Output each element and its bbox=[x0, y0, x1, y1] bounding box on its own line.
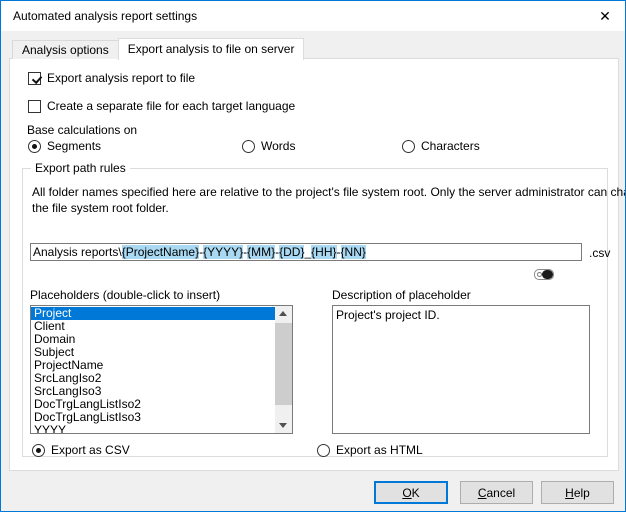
export-report-checkbox-label: Export analysis report to file bbox=[47, 71, 196, 85]
radio-export-html[interactable] bbox=[317, 443, 330, 457]
list-item[interactable]: DocTrgLangListIso3 bbox=[31, 411, 275, 424]
placeholder-description-box[interactable]: Project's project ID. bbox=[332, 305, 590, 434]
cancel-button[interactable]: Cancel bbox=[460, 481, 533, 504]
help-button[interactable]: Help bbox=[541, 481, 614, 504]
radio-segments-row: Segments bbox=[28, 139, 101, 153]
tab-label: Analysis options bbox=[22, 43, 109, 57]
close-icon[interactable]: ✕ bbox=[591, 5, 619, 27]
radio-words[interactable] bbox=[242, 139, 255, 153]
radio-characters-label: Characters bbox=[421, 139, 480, 153]
tab-strip: Analysis options Export analysis to file… bbox=[12, 37, 305, 60]
scroll-up-icon[interactable] bbox=[275, 306, 292, 322]
path-placeholder-token: {NN} bbox=[340, 245, 366, 259]
placeholder-list[interactable]: Project Client Domain Subject ProjectName Src… bbox=[30, 305, 293, 434]
dialog-window: Automated analysis report settings ✕ Ana… bbox=[0, 0, 626, 512]
path-text: - bbox=[336, 245, 341, 259]
dialog-title: Automated analysis report settings bbox=[13, 9, 198, 23]
tab-export-analysis[interactable]: Export analysis to file on server bbox=[117, 38, 305, 60]
info-text-line2: the file system root folder. bbox=[32, 201, 169, 215]
list-scrollbar[interactable] bbox=[275, 306, 292, 433]
export-report-checkbox[interactable] bbox=[28, 71, 41, 85]
placeholder-list-items: Project Client Domain Subject ProjectName Src… bbox=[31, 307, 275, 433]
radio-words-row: Words bbox=[242, 139, 295, 153]
base-calculations-label: Base calculations on bbox=[27, 123, 138, 137]
radio-export-csv[interactable] bbox=[32, 443, 45, 457]
tab-page: Export analysis report to file Create a … bbox=[9, 58, 625, 471]
radio-segments-label: Segments bbox=[47, 139, 102, 153]
path-placeholder-token: {ProjectName} bbox=[121, 245, 200, 259]
toggle-knob bbox=[542, 270, 553, 279]
radio-characters-row: Characters bbox=[402, 139, 480, 153]
list-item[interactable]: Project bbox=[31, 307, 275, 320]
scrollbar-thumb[interactable] bbox=[275, 323, 292, 405]
radio-characters[interactable] bbox=[402, 139, 415, 153]
file-extension-label: .csv bbox=[589, 246, 611, 260]
placeholders-label: Placeholders (double-click to insert) bbox=[30, 288, 221, 302]
scroll-down-icon[interactable] bbox=[275, 417, 292, 433]
description-label: Description of placeholder bbox=[332, 288, 471, 302]
radio-words-label: Words bbox=[261, 139, 296, 153]
info-text-line1: All folder names specified here are rela… bbox=[32, 185, 626, 199]
radio-segments[interactable] bbox=[28, 139, 41, 153]
separate-file-checkbox[interactable] bbox=[28, 99, 41, 113]
path-placeholder-token: {HH} bbox=[311, 245, 337, 259]
list-item[interactable]: YYYY bbox=[31, 424, 275, 434]
export-report-checkbox-row: Export analysis report to file bbox=[28, 71, 195, 85]
path-placeholder-token: {YYYY} bbox=[203, 245, 244, 259]
toggle-switch[interactable] bbox=[534, 269, 554, 280]
path-placeholder-token: {DD} bbox=[279, 245, 305, 259]
path-input[interactable]: Analysis reports\{ProjectName}-{YYYY}-{M… bbox=[30, 243, 582, 261]
path-text: Analysis reports\ bbox=[33, 245, 122, 259]
export-path-rules-label: Export path rules bbox=[31, 161, 130, 175]
radio-export-html-label: Export as HTML bbox=[336, 443, 423, 457]
tab-label: Export analysis to file on server bbox=[127, 42, 295, 56]
separate-file-checkbox-row: Create a separate file for each target l… bbox=[28, 99, 295, 113]
separate-file-checkbox-label: Create a separate file for each target l… bbox=[47, 99, 296, 113]
radio-export-csv-label: Export as CSV bbox=[51, 443, 130, 457]
ok-button[interactable]: OK bbox=[374, 481, 448, 504]
placeholder-description-text: Project's project ID. bbox=[336, 308, 440, 322]
radio-export-csv-row: Export as CSV bbox=[32, 443, 130, 457]
path-placeholder-token: {MM} bbox=[247, 245, 276, 259]
tab-analysis-options[interactable]: Analysis options bbox=[12, 40, 119, 59]
title-bar: Automated analysis report settings ✕ bbox=[1, 1, 625, 31]
radio-export-html-row: Export as HTML bbox=[317, 443, 423, 457]
